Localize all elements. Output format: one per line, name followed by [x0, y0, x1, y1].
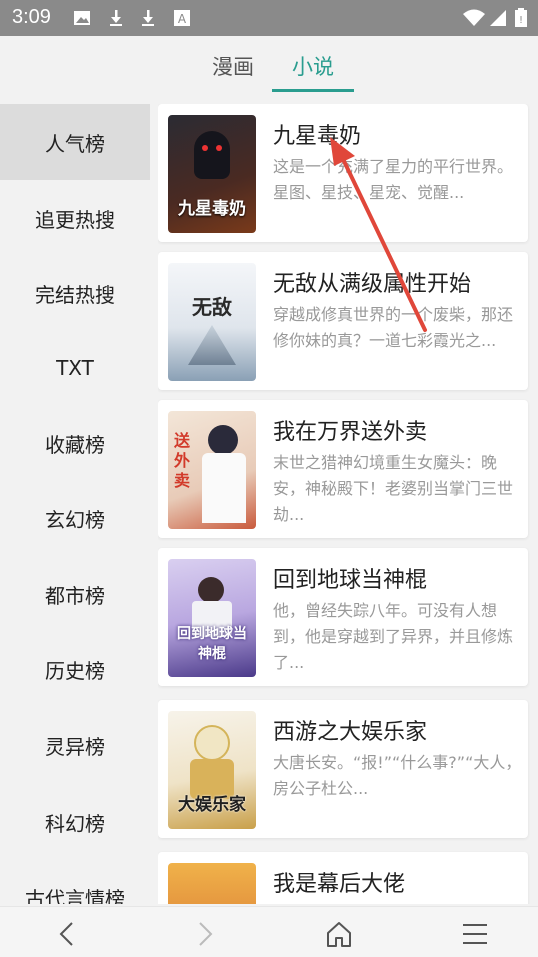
book-title: 无敌从满级属性开始	[273, 272, 472, 297]
book-cover	[168, 863, 256, 904]
navigation-bar	[0, 906, 538, 957]
forward-icon[interactable]	[190, 919, 220, 949]
cover-title: 九星毒奶	[178, 199, 246, 219]
sidebar-item-popular[interactable]: 人气榜	[0, 104, 150, 180]
book-description: 这是一个充满了星力的平行世界。星图、星技、星宠、觉醒...	[273, 157, 514, 202]
svg-text:A: A	[178, 12, 187, 26]
category-tabs: 漫画 小说	[0, 36, 538, 104]
cover-title: 大娱乐家	[178, 795, 246, 815]
book-card[interactable]: 回到地球当神棍 回到地球当神棍 他，曾经失踪八年。可没有人想到，他是穿越到了异界…	[158, 548, 528, 686]
battery-icon: !	[515, 8, 527, 27]
book-description: 末世之猎神幻境重生女魔头：晚安，神秘殿下！老婆别当掌门三世劫...	[273, 453, 514, 524]
tab-novels[interactable]: 小说	[292, 51, 334, 81]
sidebar-item-supernatural[interactable]: 灵异榜	[0, 707, 150, 783]
book-cover: 大娱乐家	[168, 711, 256, 829]
ranking-sidebar: 人气榜 追更热搜 完结热搜 TXT 收藏榜 玄幻榜 都市榜 历史榜 灵异榜 科幻…	[0, 104, 150, 904]
signal-icon	[490, 10, 506, 26]
svg-text:!: !	[519, 15, 523, 26]
book-card[interactable]: 九星毒奶 九星毒奶 这是一个充满了星力的平行世界。星图、星技、星宠、觉醒...	[158, 104, 528, 242]
sidebar-item-trending-updates[interactable]: 追更热搜	[0, 180, 150, 256]
sidebar-item-urban[interactable]: 都市榜	[0, 556, 150, 632]
status-bar: 3:09 A !	[0, 0, 538, 36]
book-description: 穿越成修真世界的一个废柴，那还修你妹的真？一道七彩霞光之...	[273, 305, 514, 350]
menu-icon[interactable]	[460, 919, 490, 949]
a-icon: A	[174, 10, 190, 26]
book-cover: 送外卖	[168, 411, 256, 529]
book-card[interactable]: 我是幕后大佬	[158, 852, 528, 904]
sidebar-item-ancient-romance[interactable]: 古代言情榜	[0, 859, 150, 905]
sidebar-item-favorites[interactable]: 收藏榜	[0, 405, 150, 481]
tab-comics[interactable]: 漫画	[212, 51, 254, 81]
wifi-icon	[463, 9, 485, 26]
book-cover: 回到地球当神棍	[168, 559, 256, 677]
sidebar-item-history[interactable]: 历史榜	[0, 631, 150, 707]
back-icon[interactable]	[52, 919, 82, 949]
book-description: 他，曾经失踪八年。可没有人想到，他是穿越到了异界，并且修炼了...	[273, 601, 514, 672]
home-icon[interactable]	[324, 919, 354, 949]
book-title: 回到地球当神棍	[273, 568, 428, 593]
image-icon	[74, 11, 90, 25]
book-title: 九星毒奶	[273, 124, 362, 149]
download-icon	[110, 10, 122, 26]
book-list: 九星毒奶 九星毒奶 这是一个充满了星力的平行世界。星图、星技、星宠、觉醒... …	[158, 104, 530, 904]
download-icon	[142, 10, 154, 26]
cover-title: 送外卖	[173, 431, 190, 490]
book-title: 我是幕后大佬	[273, 872, 406, 897]
sidebar-item-fantasy[interactable]: 玄幻榜	[0, 480, 150, 556]
status-time: 3:09	[12, 6, 51, 28]
book-cover: 九星毒奶	[168, 115, 256, 233]
book-title: 西游之大娱乐家	[273, 720, 428, 745]
tab-active-indicator	[272, 89, 354, 92]
book-description: 大唐长安。“报!”“什么事?”“大人，房公子杜公...	[273, 753, 522, 798]
book-card[interactable]: 送外卖 我在万界送外卖 末世之猎神幻境重生女魔头：晚安，神秘殿下！老婆别当掌门三…	[158, 400, 528, 538]
book-title: 我在万界送外卖	[273, 420, 428, 445]
sidebar-item-scifi[interactable]: 科幻榜	[0, 784, 150, 860]
cover-title: 无敌	[192, 295, 232, 319]
book-cover: 无敌	[168, 263, 256, 381]
cover-title: 回到地球当神棍	[177, 626, 247, 662]
sidebar-item-trending-completed[interactable]: 完结热搜	[0, 255, 150, 331]
book-card[interactable]: 大娱乐家 西游之大娱乐家 大唐长安。“报!”“什么事?”“大人，房公子杜公...	[158, 700, 528, 838]
book-card[interactable]: 无敌 无敌从满级属性开始 穿越成修真世界的一个废柴，那还修你妹的真？一道七彩霞光…	[158, 252, 528, 390]
sidebar-item-txt[interactable]: TXT	[0, 330, 150, 406]
